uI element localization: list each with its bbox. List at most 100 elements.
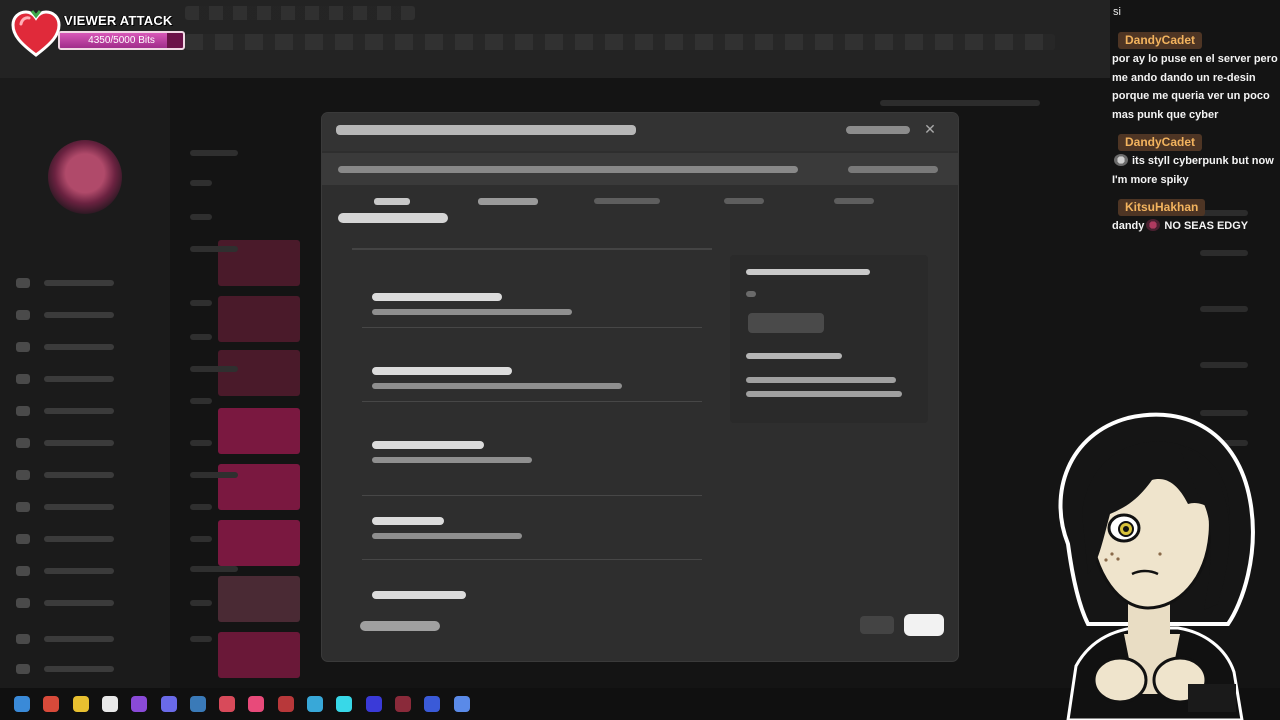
tab-1[interactable]	[374, 198, 410, 205]
chat-username: KitsuHakhan	[1118, 199, 1206, 216]
list-row-text	[190, 300, 212, 306]
video-thumbnail[interactable]	[218, 350, 300, 396]
field-separator	[362, 401, 702, 402]
tab-4[interactable]	[724, 198, 764, 204]
list-row-text	[190, 150, 238, 156]
side-list-text	[1200, 306, 1248, 312]
chat-message: its styll cyberpunk but now I'm more spi…	[1112, 154, 1274, 186]
close-icon[interactable]: ✕	[922, 122, 938, 138]
cat-emote-icon	[1146, 219, 1161, 231]
app-icon-3	[72, 696, 89, 712]
app-icon-10	[277, 696, 294, 712]
tab-2[interactable]	[478, 198, 538, 205]
sidebar-nav-item[interactable]	[16, 310, 126, 320]
skull-emote-icon	[1114, 154, 1128, 166]
video-thumbnail[interactable]	[218, 408, 300, 454]
list-row-text	[190, 366, 238, 372]
video-thumbnail[interactable]	[218, 576, 300, 622]
list-row-text	[190, 536, 212, 542]
field-description	[372, 457, 532, 463]
field-title	[372, 367, 512, 375]
sidebar-nav-item[interactable]	[16, 634, 126, 644]
video-thumbnail[interactable]	[218, 632, 300, 678]
channel-avatar[interactable]	[48, 140, 122, 214]
sidebar-nav-item[interactable]	[16, 598, 126, 608]
chat-message: por ay lo puse en el server pero me ando…	[1112, 53, 1278, 121]
sidebar-nav-item[interactable]	[16, 406, 126, 416]
browser-tabs[interactable]	[185, 6, 415, 20]
side-panel	[730, 255, 928, 423]
list-row-text	[190, 636, 212, 642]
streamer-avatar-character	[1058, 412, 1255, 720]
side-panel-text	[746, 377, 896, 383]
sidebar-nav-item[interactable]	[16, 502, 126, 512]
dialog-info-banner	[322, 153, 958, 185]
sidebar-nav-item[interactable]	[16, 534, 126, 544]
list-row-text	[190, 398, 212, 404]
dialog-header-action[interactable]	[846, 126, 910, 134]
app-icon-14	[394, 696, 411, 712]
side-panel-button[interactable]	[748, 313, 824, 333]
tab-5[interactable]	[834, 198, 874, 204]
list-row-text	[190, 246, 238, 252]
cancel-button[interactable]	[860, 616, 894, 634]
app-icon-16	[453, 696, 470, 712]
settings-dialog: ✕	[322, 113, 958, 661]
list-row-text	[190, 504, 212, 510]
app-icon-6	[160, 696, 177, 712]
visibility-toggle[interactable]	[338, 213, 448, 223]
app-icon-2	[43, 696, 60, 712]
chat-username: DandyCadet	[1118, 134, 1203, 151]
heart-icon	[11, 10, 61, 57]
bits-progress-label: 4350/5000 Bits	[88, 35, 155, 46]
dialog-title	[336, 125, 636, 135]
banner-text	[338, 166, 798, 173]
app-icon-11	[307, 696, 323, 712]
sidebar-nav-item[interactable]	[16, 342, 126, 352]
confirm-button[interactable]	[904, 614, 944, 636]
app-icon-15	[424, 696, 441, 712]
field-description	[372, 383, 622, 389]
viewer-attack-title: VIEWER ATTACK	[64, 13, 173, 28]
video-thumbnail[interactable]	[218, 464, 300, 510]
sidebar-nav-item[interactable]	[16, 374, 126, 384]
side-panel-text	[746, 391, 902, 397]
sidebar-nav-item[interactable]	[16, 438, 126, 448]
tab-3[interactable]	[594, 198, 660, 204]
bookmarks-bar[interactable]	[185, 34, 1055, 50]
app-icon-13	[365, 696, 382, 712]
list-row-text	[190, 600, 212, 606]
field-separator	[362, 559, 702, 560]
app-icon-4	[101, 696, 118, 712]
field-description	[372, 309, 572, 315]
app-icon-9	[248, 696, 265, 712]
field-title	[372, 441, 484, 449]
field-title	[372, 517, 444, 525]
video-thumbnail[interactable]	[218, 296, 300, 342]
sidebar-nav-item[interactable]	[16, 664, 126, 674]
list-row-text	[190, 440, 212, 446]
app-icon-12	[336, 696, 353, 712]
sidebar-nav-item[interactable]	[16, 566, 126, 576]
side-list-text	[1200, 362, 1248, 368]
side-list-text	[1200, 250, 1248, 256]
sidebar-nav-item[interactable]	[16, 470, 126, 480]
chat-username: DandyCadet	[1118, 32, 1203, 49]
video-thumbnail[interactable]	[218, 520, 300, 566]
sidebar-nav-item[interactable]	[16, 278, 126, 288]
chat-message: si	[1113, 6, 1121, 18]
field-description	[372, 533, 522, 539]
dialog-footer-link[interactable]	[360, 621, 440, 631]
side-panel-subheading	[746, 353, 842, 359]
banner-link[interactable]	[848, 166, 938, 173]
app-icon-5	[131, 696, 148, 712]
side-panel-text	[746, 291, 756, 297]
list-row-text	[190, 334, 212, 340]
dialog-tabs	[374, 195, 934, 229]
dialog-title-bar: ✕	[322, 113, 958, 151]
list-row-text	[190, 180, 212, 186]
field-separator	[362, 495, 702, 496]
side-panel-heading	[746, 269, 870, 275]
field-title	[372, 293, 502, 301]
bits-progress-bar: 4350/5000 Bits	[58, 31, 185, 50]
